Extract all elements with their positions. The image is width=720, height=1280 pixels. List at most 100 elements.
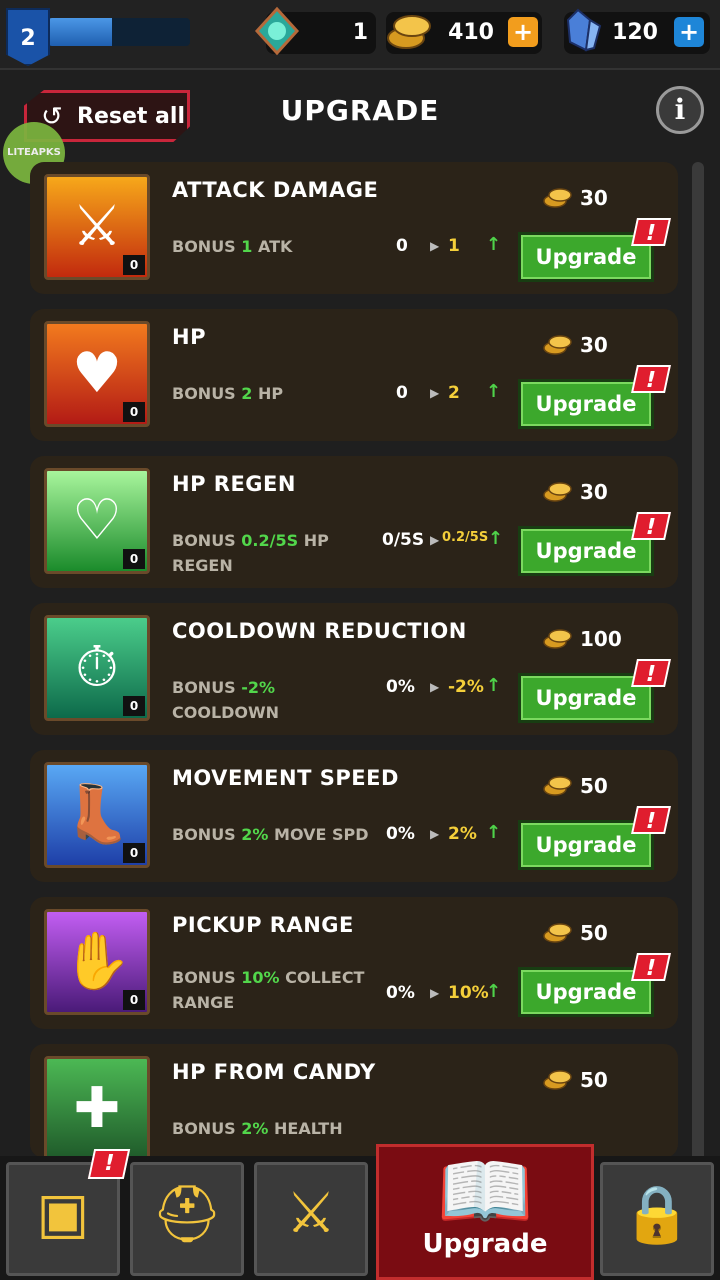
next-value: -2% <box>448 677 484 697</box>
page-title: UPGRADE <box>280 94 440 127</box>
arrow-up-icon: ↑ <box>486 675 502 696</box>
chest-icon: ▣ <box>36 1181 90 1246</box>
next-value: 2% <box>448 824 477 844</box>
upgrade-bonus: BONUS 0.2/5S HP REGEN <box>172 528 372 578</box>
current-value: 0% <box>386 677 415 697</box>
upgrade-title: COOLDOWN REDUCTION <box>172 619 467 643</box>
bonus-value: 0.2/5S <box>241 531 299 550</box>
next-value: 0.2/5S <box>442 530 489 545</box>
xp-bar-fill <box>48 18 112 46</box>
buy-crystals-button[interactable]: + <box>674 17 704 47</box>
upgrade-cost: 50 <box>580 1068 608 1092</box>
nav-upgrade-tab[interactable]: 📖 Upgrade <box>376 1144 594 1280</box>
nav-battle-tab[interactable]: ⚔ <box>254 1162 368 1276</box>
bonus-value: 2 <box>241 384 253 403</box>
upgrade-cost: 50 <box>580 774 608 798</box>
coin-icon <box>543 1070 572 1090</box>
buy-coins-button[interactable]: + <box>508 17 538 47</box>
upgrade-thumbnail: ♡ 0 <box>44 468 150 574</box>
bonus-prefix: BONUS <box>172 531 242 550</box>
upgrade-title: MOVEMENT SPEED <box>172 766 399 790</box>
gem-count: 1 <box>352 20 368 45</box>
nav-alert-badge: ! <box>87 1149 131 1179</box>
nav-locked-tab[interactable]: 🔒 <box>600 1162 714 1276</box>
coin-icon <box>543 776 572 796</box>
bonus-prefix: BONUS <box>172 384 242 403</box>
upgrade-thumbnail: ⚔ 0 <box>44 174 150 280</box>
helmet-icon: ⛑ <box>151 1182 223 1247</box>
arrow-up-icon: ↑ <box>486 381 502 402</box>
nav-hero-tab[interactable]: ⛑ <box>130 1162 244 1276</box>
bonus-value: -2% <box>241 678 276 697</box>
bonus-prefix: BONUS <box>172 825 242 844</box>
upgrade-card: 👢 0 MOVEMENT SPEED BONUS 2% MOVE SPD 0% … <box>30 750 678 882</box>
upgrade-title: HP REGEN <box>172 472 296 496</box>
coin-icon <box>543 482 572 502</box>
xp-bar <box>48 18 190 46</box>
upgrade-thumbnail: ♥ 0 <box>44 321 150 427</box>
arrow-right-icon: ▶ <box>430 827 440 841</box>
upgrade-title: PICKUP RANGE <box>172 913 354 937</box>
bonus-prefix: BONUS <box>172 237 242 256</box>
upgrade-card: ✚ HP FROM CANDY BONUS 2% HEALTH 50 <box>30 1044 678 1158</box>
bonus-prefix: BONUS <box>172 968 242 987</box>
upgrade-level-count: 0 <box>123 549 145 569</box>
crystal-count: 120 <box>612 20 658 45</box>
gem-icon <box>254 6 300 56</box>
upgrade-cost: 50 <box>580 921 608 945</box>
upgrade-bonus: BONUS 10% COLLECT RANGE <box>172 965 372 1015</box>
upgrade-title: HP FROM CANDY <box>172 1060 376 1084</box>
upgrade-card: ⚔ 0 ATTACK DAMAGE BONUS 1 ATK 0 ▶ 1 ↑ 30… <box>30 162 678 294</box>
next-value: 2 <box>448 383 460 403</box>
candy-icon: ✚ <box>73 1076 121 1141</box>
upgrade-bonus: BONUS 1 ATK <box>172 234 372 259</box>
upgrade-card: ♡ 0 HP REGEN BONUS 0.2/5S HP REGEN 0/5S … <box>30 456 678 588</box>
arrow-right-icon: ▶ <box>430 533 440 547</box>
level-badge: 2 <box>6 8 50 66</box>
upgrade-level-count: 0 <box>123 843 145 863</box>
upgrade-level-count: 0 <box>123 402 145 422</box>
upgrade-thumbnail: ⏱ 0 <box>44 615 150 721</box>
coins-icon <box>387 15 431 49</box>
upgrade-cost: 30 <box>580 333 608 357</box>
level-number: 2 <box>20 26 36 51</box>
bonus-value: 2% <box>241 825 269 844</box>
nav-upgrade-label: Upgrade <box>422 1229 548 1259</box>
book-flame-icon: 📖 <box>436 1147 534 1237</box>
upgrade-bonus: BONUS -2% COOLDOWN <box>172 675 372 725</box>
coin-count: 410 <box>448 20 494 45</box>
alert-badge: ! <box>631 218 671 246</box>
alert-badge: ! <box>631 512 671 540</box>
scrollbar[interactable] <box>692 162 704 1162</box>
upgrade-thumbnail: ✋ 0 <box>44 909 150 1015</box>
current-value: 0 <box>396 383 408 403</box>
bonus-suffix: MOVE SPD <box>268 825 369 844</box>
alert-badge: ! <box>631 365 671 393</box>
arrow-up-icon: ↑ <box>486 234 502 255</box>
upgrade-card: ♥ 0 HP BONUS 2 HP 0 ▶ 2 ↑ 30 Upgrade ! <box>30 309 678 441</box>
coin-icon <box>543 188 572 208</box>
current-value: 0/5S <box>382 530 425 550</box>
upgrade-panel: ↺ Reset all LITEAPKS UPGRADE i ⚔ 0 ATTAC… <box>0 68 720 1162</box>
arrow-up-icon: ↑ <box>488 528 504 549</box>
coin-icon <box>543 923 572 943</box>
upgrade-card: ✋ 0 PICKUP RANGE BONUS 10% COLLECT RANGE… <box>30 897 678 1029</box>
alert-badge: ! <box>631 953 671 981</box>
alert-badge: ! <box>631 659 671 687</box>
current-value: 0% <box>386 983 415 1003</box>
arrow-up-icon: ↑ <box>486 981 502 1002</box>
arrow-right-icon: ▶ <box>430 239 440 253</box>
upgrade-card: ⏱ 0 COOLDOWN REDUCTION BONUS -2% COOLDOW… <box>30 603 678 735</box>
coin-icon <box>543 335 572 355</box>
arrow-up-icon: ↑ <box>486 822 502 843</box>
next-value: 1 <box>448 236 460 256</box>
current-value: 0% <box>386 824 415 844</box>
top-bar: 2 1 410 + 120 + <box>0 0 720 68</box>
bonus-suffix: HEALTH <box>268 1119 343 1138</box>
upgrade-cost: 100 <box>580 627 622 651</box>
nav-equipment-tab[interactable]: ▣ ! <box>6 1149 131 1276</box>
upgrade-level-count: 0 <box>123 255 145 275</box>
upgrade-bonus: BONUS 2% MOVE SPD <box>172 822 372 847</box>
info-button[interactable]: i <box>656 86 704 134</box>
upgrade-thumbnail: ✚ <box>44 1056 150 1158</box>
